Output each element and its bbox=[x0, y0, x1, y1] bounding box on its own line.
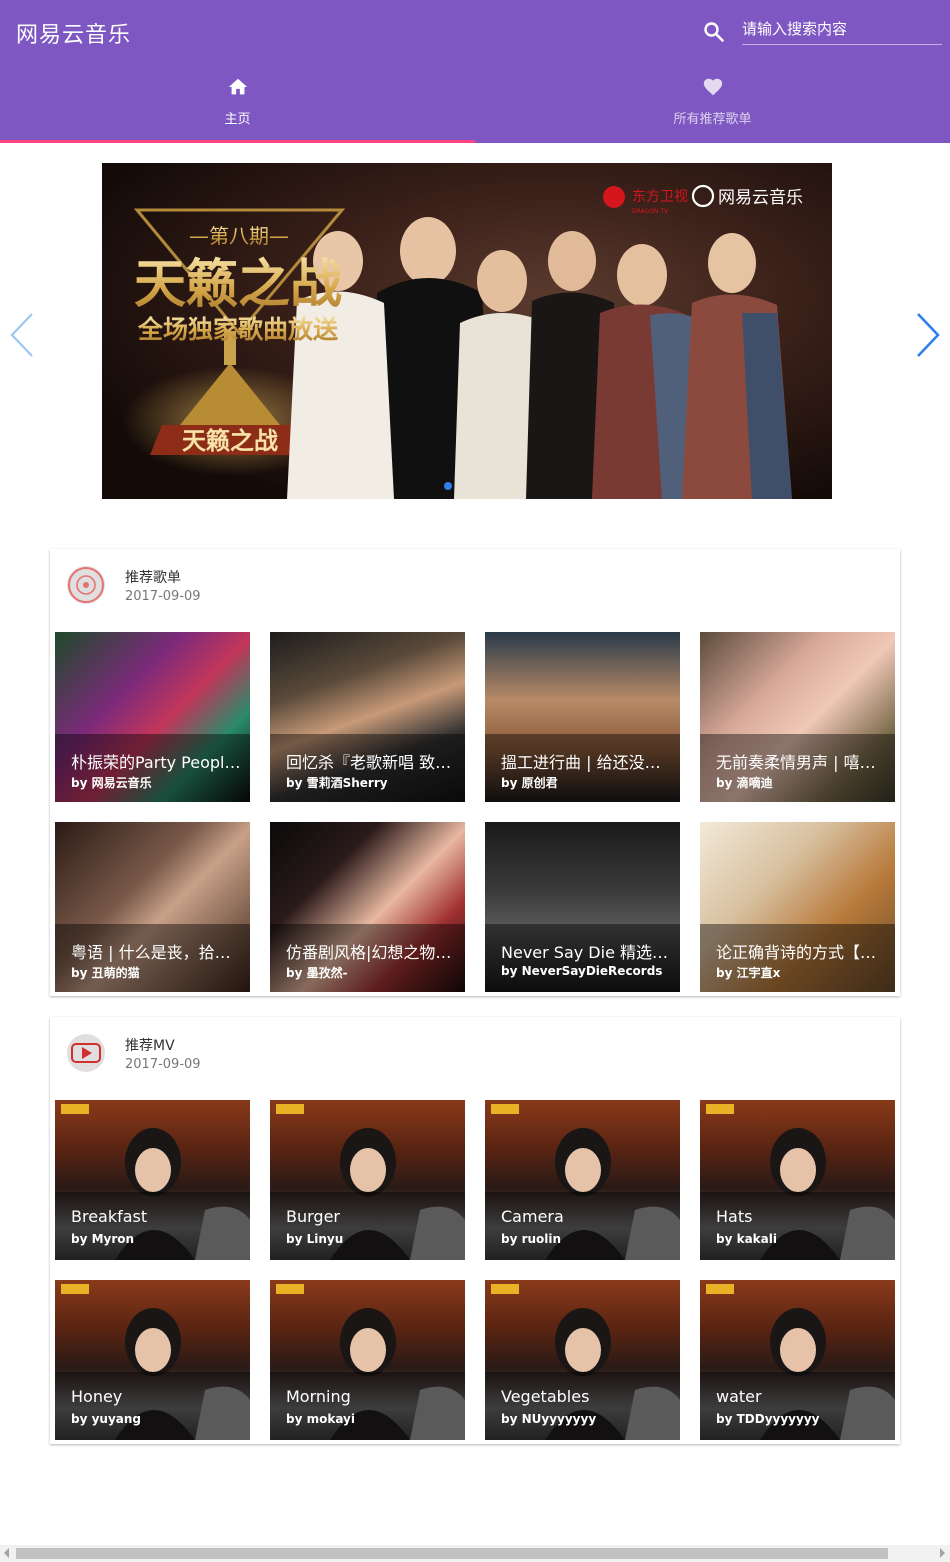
mv-title: Burger bbox=[286, 1207, 340, 1226]
banner-channel-sub: DRAGON TV bbox=[632, 208, 669, 215]
playlist-tile[interactable]: 论正确背诗的方式【文… by 江宇直x bbox=[700, 822, 895, 992]
banner-channel: 东方卫视 bbox=[632, 189, 688, 205]
mv-tile[interactable]: Burger by Linyu bbox=[270, 1100, 465, 1260]
mv-author: by Myron bbox=[71, 1232, 135, 1246]
playlist-tile[interactable]: 粤语 | 什么是丧，拾起… by 丑萌的猫 bbox=[55, 822, 250, 992]
playlist-title: Never Say Die 精选歌单 bbox=[501, 943, 672, 962]
mv-tile[interactable]: Breakfast by Myron bbox=[55, 1100, 250, 1260]
mv-author: by ruolin bbox=[501, 1232, 562, 1246]
tab-all-playlists[interactable]: 所有推荐歌单 bbox=[475, 68, 950, 140]
playlist-card-title: 推荐歌单 bbox=[125, 570, 181, 586]
playlist-tile[interactable]: 朴振荣的Party People… by 网易云音乐 bbox=[55, 632, 250, 802]
playlist-title: 无前奏柔情男声 | 嘻嚣… bbox=[716, 753, 887, 772]
scroll-right-icon[interactable] bbox=[940, 1548, 945, 1558]
mv-tile[interactable]: Hats by kakali bbox=[700, 1100, 895, 1260]
search-icon[interactable] bbox=[702, 20, 726, 44]
playlist-tile[interactable]: 搵工进行曲 | 给还没有O… by 原创君 bbox=[485, 632, 680, 802]
playlist-author: by 墨孜然- bbox=[286, 966, 348, 980]
carousel-dot-active[interactable] bbox=[444, 482, 452, 490]
mv-title: Morning bbox=[286, 1387, 351, 1406]
banner-carousel[interactable]: 东方卫视 DRAGON TV 网易云音乐 —第八期— 天籁之战 全场独家歌曲放送… bbox=[102, 163, 832, 499]
mv-author: by TDDyyyyyyy bbox=[716, 1412, 820, 1426]
mv-author: by kakali bbox=[716, 1232, 777, 1246]
mv-author: by NUyyyyyyy bbox=[501, 1412, 597, 1426]
scroll-left-icon[interactable] bbox=[4, 1548, 9, 1558]
playlist-title: 回忆杀『老歌新唱 致敬… bbox=[286, 753, 457, 772]
mv-title: Honey bbox=[71, 1387, 123, 1406]
playlist-title: 仿番剧风格|幻想之物语… bbox=[286, 943, 457, 962]
mv-tile[interactable]: water by TDDyyyyyyy bbox=[700, 1280, 895, 1440]
mv-card-date: 2017-09-09 bbox=[125, 1057, 201, 1072]
disc-icon bbox=[67, 566, 105, 604]
mv-title: Breakfast bbox=[71, 1207, 148, 1226]
playlist-tile[interactable]: 回忆杀『老歌新唱 致敬… by 雪莉酒Sherry bbox=[270, 632, 465, 802]
mv-tile[interactable]: Camera by ruolin bbox=[485, 1100, 680, 1260]
playlist-tile[interactable]: Never Say Die 精选歌单 by NeverSayDieRecords bbox=[485, 822, 680, 992]
banner-subline: 全场独家歌曲放送 bbox=[137, 315, 338, 344]
mv-tile[interactable]: Morning by mokayi bbox=[270, 1280, 465, 1440]
tab-home-label: 主页 bbox=[224, 112, 251, 127]
mv-title: Hats bbox=[716, 1207, 753, 1226]
heart-icon bbox=[703, 78, 722, 96]
search-input[interactable] bbox=[742, 14, 942, 45]
app-bar: 网易云音乐 主页 所有推荐歌单 bbox=[0, 0, 950, 143]
mv-tile[interactable]: Honey by yuyang bbox=[55, 1280, 250, 1440]
horizontal-scrollbar[interactable] bbox=[0, 1545, 950, 1562]
tab-home[interactable]: 主页 bbox=[0, 68, 475, 140]
mv-title: Camera bbox=[501, 1207, 564, 1226]
playlist-author: by NeverSayDieRecords bbox=[501, 964, 663, 978]
banner-image: 东方卫视 DRAGON TV 网易云音乐 —第八期— 天籁之战 全场独家歌曲放送… bbox=[122, 184, 803, 499]
carousel-prev-icon[interactable] bbox=[8, 312, 38, 358]
playlist-author: by 江宇直x bbox=[716, 966, 781, 980]
mv-title: Vegetables bbox=[501, 1387, 590, 1406]
playlist-title: 论正确背诗的方式【文… bbox=[716, 943, 887, 962]
playlist-author: by 原创君 bbox=[501, 776, 558, 790]
app-title: 网易云音乐 bbox=[16, 23, 132, 48]
tab-indicator bbox=[0, 140, 475, 143]
mv-tile[interactable]: Vegetables by NUyyyyyyy bbox=[485, 1280, 680, 1440]
playlist-tile[interactable]: 无前奏柔情男声 | 嘻嚣… by 滴嘀迪 bbox=[700, 632, 895, 802]
video-play-icon bbox=[67, 1034, 105, 1072]
mv-card-title: 推荐MV bbox=[125, 1038, 175, 1054]
playlist-title: 搵工进行曲 | 给还没有O… bbox=[501, 753, 672, 772]
playlist-tile[interactable]: 仿番剧风格|幻想之物语… by 墨孜然- bbox=[270, 822, 465, 992]
mv-author: by Linyu bbox=[286, 1232, 344, 1246]
playlist-title: 朴振荣的Party People… bbox=[71, 753, 242, 772]
home-icon bbox=[228, 78, 247, 95]
banner-headline: 天籁之战 bbox=[134, 255, 342, 315]
tab-all-playlists-label: 所有推荐歌单 bbox=[673, 112, 752, 127]
banner-trophy-text: 天籁之战 bbox=[182, 427, 278, 455]
carousel-next-icon[interactable] bbox=[912, 312, 942, 358]
playlist-author: by 雪莉酒Sherry bbox=[286, 776, 388, 790]
banner-issue: —第八期— bbox=[189, 224, 289, 248]
mv-author: by mokayi bbox=[286, 1412, 355, 1426]
playlist-author: by 丑萌的猫 bbox=[71, 966, 140, 980]
banner-brand: 网易云音乐 bbox=[718, 188, 803, 208]
mv-title: water bbox=[716, 1387, 762, 1406]
playlist-author: by 滴嘀迪 bbox=[716, 776, 773, 790]
mv-author: by yuyang bbox=[71, 1412, 142, 1426]
scrollbar-thumb[interactable] bbox=[16, 1548, 888, 1559]
playlist-title: 粤语 | 什么是丧，拾起… bbox=[71, 943, 242, 962]
playlist-author: by 网易云音乐 bbox=[71, 776, 152, 790]
playlist-card-date: 2017-09-09 bbox=[125, 589, 201, 604]
playlist-card: 推荐歌单 2017-09-09 朴振荣的Party People… by 网易云音… bbox=[50, 549, 900, 996]
